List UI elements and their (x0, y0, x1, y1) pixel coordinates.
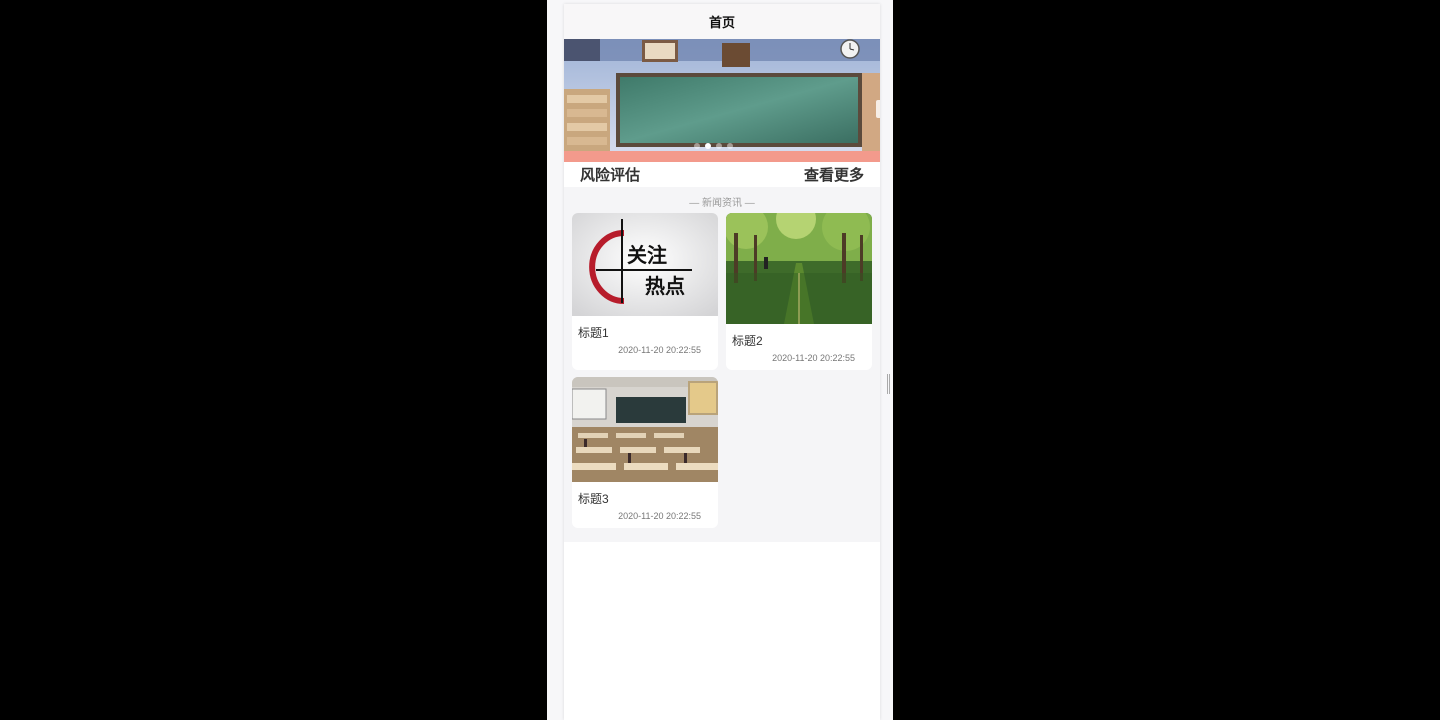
carousel-next-handle[interactable] (876, 100, 880, 118)
phone-screen: 首页 风险评估 查看更多 — 新闻资讯 — 关注 热点 标题1 2020-11-… (564, 4, 880, 720)
quick-links: 风险评估 查看更多 (564, 162, 880, 187)
banner-carousel[interactable] (564, 39, 880, 162)
news-card-1[interactable]: 关注 热点 标题1 2020-11-20 20:22:55 (572, 213, 718, 370)
device-frame: 首页 风险评估 查看更多 — 新闻资讯 — 关注 热点 标题1 2020-11-… (547, 0, 893, 720)
news-heading: — 新闻资讯 — (689, 198, 755, 209)
resize-handle[interactable] (887, 374, 890, 394)
news-card-title: 标题1 (578, 326, 609, 340)
thumb-text-top: 关注 (627, 243, 667, 267)
carousel-dot[interactable] (727, 143, 733, 149)
news-section: — 新闻资讯 — 关注 热点 标题1 2020-11-20 20:22:55 标… (564, 187, 880, 542)
news-card-2[interactable]: 标题2 2020-11-20 20:22:55 (726, 213, 872, 370)
news-card-title: 标题2 (732, 334, 763, 348)
view-more-link[interactable]: 查看更多 (804, 164, 864, 185)
carousel-dot[interactable] (694, 143, 700, 149)
news-card-time: 2020-11-20 20:22:55 (772, 353, 855, 363)
carousel-dot[interactable] (716, 143, 722, 149)
news-card-title: 标题3 (578, 492, 609, 506)
news-card-time: 2020-11-20 20:22:55 (618, 345, 701, 355)
carousel-dot-active[interactable] (705, 143, 711, 149)
news-thumbnail (572, 377, 718, 482)
thumb-text-bottom: 热点 (645, 274, 685, 298)
news-card-time: 2020-11-20 20:22:55 (618, 511, 701, 521)
carousel-indicators (694, 143, 733, 149)
news-thumbnail (726, 213, 872, 324)
news-thumbnail: 关注 热点 (572, 213, 718, 316)
navbar: 首页 (564, 4, 880, 39)
news-card-3[interactable]: 标题3 2020-11-20 20:22:55 (572, 377, 718, 528)
risk-assessment-link[interactable]: 风险评估 (580, 164, 640, 185)
page-title: 首页 (708, 15, 735, 30)
